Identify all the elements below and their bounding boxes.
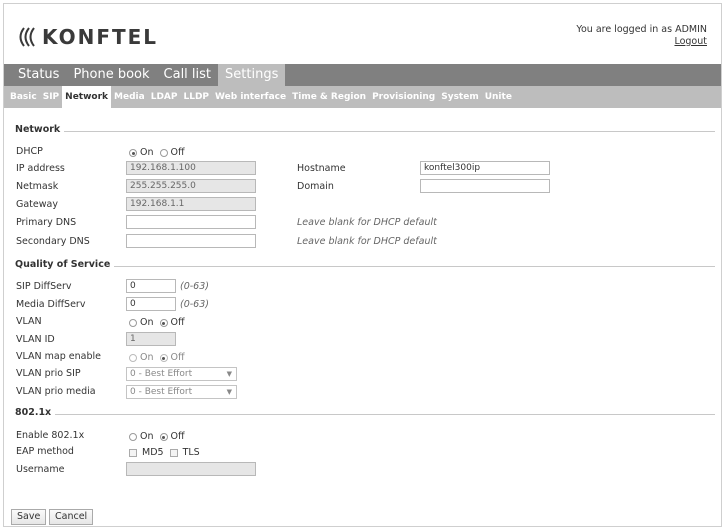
username-field[interactable]: [126, 462, 256, 476]
dot1x-section-divider: [15, 414, 715, 415]
eap-tls-checkbox[interactable]: [169, 449, 178, 457]
secondary-dns-label: Secondary DNS: [16, 236, 90, 247]
dot1x-on-radio[interactable]: [129, 433, 137, 441]
settings-subnav: Basic SIP Network Media LDAP LLDP Web in…: [4, 86, 721, 108]
subtab-basic[interactable]: Basic: [7, 86, 40, 108]
subtab-provisioning[interactable]: Provisioning: [369, 86, 438, 108]
vlan-map-off-radio[interactable]: [159, 354, 168, 362]
dot1x-off-option[interactable]: Off: [159, 430, 185, 444]
vlan-map-enable-label: VLAN map enable: [16, 351, 101, 362]
save-button[interactable]: Save: [11, 509, 47, 525]
dot1x-on-option[interactable]: On: [129, 430, 154, 444]
main-nav: Status Phone book Call list Settings: [4, 64, 721, 86]
vlan-prio-sip-select[interactable]: 0 - Best Effort ▼: [126, 367, 237, 381]
logo-text: KONFTEL: [42, 25, 159, 49]
enable-dot1x-label: Enable 802.1x: [16, 430, 85, 441]
dhcp-label: DHCP: [16, 146, 43, 157]
sound-waves-icon: [19, 27, 35, 47]
sip-diffserv-label: SIP DiffServ: [16, 281, 72, 292]
tab-status[interactable]: Status: [11, 64, 66, 86]
tab-call-list[interactable]: Call list: [157, 64, 219, 86]
media-diffserv-range: (0-63): [180, 299, 209, 310]
qos-section-title: Quality of Service: [15, 259, 115, 270]
subtab-time-region[interactable]: Time & Region: [289, 86, 369, 108]
netmask-field[interactable]: 255.255.255.0: [126, 179, 256, 193]
ip-address-field[interactable]: 192.168.1.100: [126, 161, 256, 175]
media-diffserv-field[interactable]: 0: [126, 297, 176, 311]
eap-md5-option[interactable]: MD5: [129, 446, 164, 460]
vlan-prio-sip-label: VLAN prio SIP: [16, 368, 81, 379]
subtab-lldp[interactable]: LLDP: [180, 86, 212, 108]
eap-method-group: MD5 TLS: [129, 446, 206, 460]
vlan-prio-media-label: VLAN prio media: [16, 386, 96, 397]
vlan-id-label: VLAN ID: [16, 334, 55, 345]
enable-dot1x-radio-group: On Off: [129, 430, 191, 444]
vlan-map-on-option[interactable]: On: [129, 351, 154, 365]
media-diffserv-label: Media DiffServ: [16, 299, 86, 310]
vlan-prio-media-value: 0 - Best Effort: [130, 387, 193, 397]
dhcp-on-radio[interactable]: [129, 149, 137, 157]
subtab-unite[interactable]: Unite: [482, 86, 515, 108]
sip-diffserv-range: (0-63): [180, 281, 209, 292]
app-frame: KONFTEL You are logged in as ADMIN Logou…: [3, 3, 722, 527]
gateway-label: Gateway: [16, 199, 58, 210]
vlan-map-enable-radio-group: On Off: [129, 351, 191, 365]
vlan-on-option[interactable]: On: [129, 316, 154, 330]
cancel-button[interactable]: Cancel: [49, 509, 94, 525]
sip-diffserv-field[interactable]: 0: [126, 279, 176, 293]
ip-address-label: IP address: [16, 163, 65, 174]
logout-link[interactable]: Logout: [576, 36, 707, 48]
chevron-down-icon: ▼: [226, 370, 232, 378]
network-section-divider: [15, 131, 715, 132]
netmask-label: Netmask: [16, 181, 59, 192]
vlan-id-field[interactable]: 1: [126, 332, 176, 346]
domain-label: Domain: [297, 181, 334, 192]
tab-phone-book[interactable]: Phone book: [66, 64, 156, 86]
vlan-prio-media-select[interactable]: 0 - Best Effort ▼: [126, 385, 237, 399]
login-info: You are logged in as ADMIN Logout: [576, 24, 707, 48]
konftel-logo: KONFTEL: [16, 22, 158, 52]
vlan-label: VLAN: [16, 316, 42, 327]
subtab-system[interactable]: System: [438, 86, 482, 108]
hostname-field[interactable]: konftel300ip: [420, 161, 550, 175]
network-section-title: Network: [15, 124, 65, 135]
vlan-off-radio[interactable]: [159, 319, 168, 327]
vlan-off-option[interactable]: Off: [159, 316, 185, 330]
dot1x-section-title: 802.1x: [15, 407, 56, 418]
vlan-map-off-option[interactable]: Off: [159, 351, 185, 365]
subtab-web-interface[interactable]: Web interface: [212, 86, 289, 108]
primary-dns-field[interactable]: [126, 215, 256, 229]
domain-field[interactable]: [420, 179, 550, 193]
chevron-down-icon: ▼: [226, 388, 232, 396]
logged-in-text: You are logged in as ADMIN: [576, 24, 707, 35]
subtab-sip[interactable]: SIP: [40, 86, 62, 108]
primary-dns-hint: Leave blank for DHCP default: [297, 217, 437, 228]
gateway-field[interactable]: 192.168.1.1: [126, 197, 256, 211]
subtab-media[interactable]: Media: [111, 86, 148, 108]
eap-method-label: EAP method: [16, 446, 74, 457]
dhcp-radio-group: On Off: [129, 146, 191, 160]
username-label: Username: [16, 464, 65, 475]
subtab-ldap[interactable]: LDAP: [148, 86, 181, 108]
vlan-map-on-radio[interactable]: [129, 354, 137, 362]
dhcp-off-option[interactable]: Off: [159, 146, 185, 160]
dhcp-on-option[interactable]: On: [129, 146, 154, 160]
secondary-dns-field[interactable]: [126, 234, 256, 248]
vlan-prio-sip-value: 0 - Best Effort: [130, 369, 193, 379]
dot1x-off-radio[interactable]: [159, 433, 168, 441]
eap-md5-checkbox[interactable]: [129, 449, 137, 457]
secondary-dns-hint: Leave blank for DHCP default: [297, 236, 437, 247]
qos-section-divider: [15, 266, 715, 267]
eap-tls-option[interactable]: TLS: [169, 446, 200, 460]
subtab-network[interactable]: Network: [62, 86, 112, 108]
dhcp-off-radio[interactable]: [159, 149, 168, 157]
tab-settings[interactable]: Settings: [218, 64, 286, 86]
primary-dns-label: Primary DNS: [16, 217, 77, 228]
hostname-label: Hostname: [297, 163, 346, 174]
vlan-radio-group: On Off: [129, 316, 191, 330]
vlan-on-radio[interactable]: [129, 319, 137, 327]
